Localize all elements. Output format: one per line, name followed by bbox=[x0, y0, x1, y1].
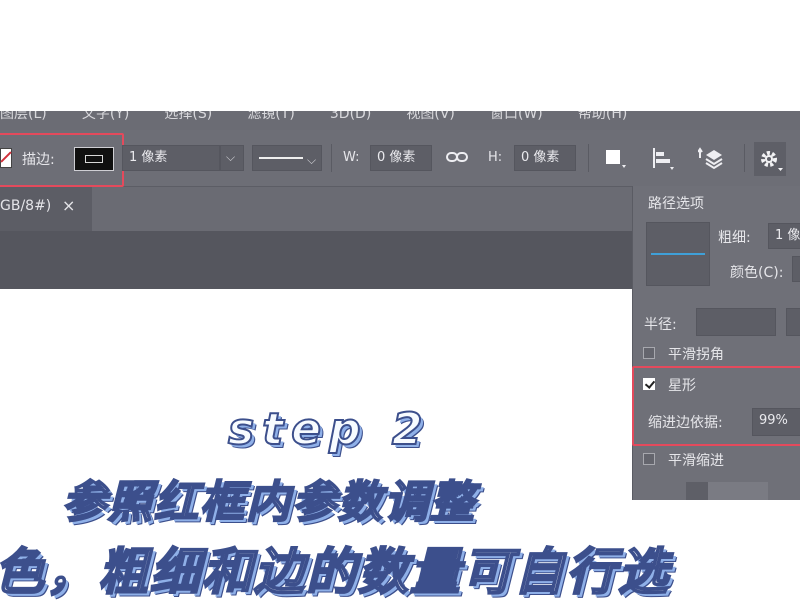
highlight-box-star bbox=[632, 366, 800, 446]
caption-step: step 2 bbox=[227, 403, 431, 456]
h-label: H: bbox=[488, 150, 503, 165]
close-icon[interactable]: × bbox=[62, 196, 75, 215]
color-dropdown[interactable] bbox=[792, 256, 800, 282]
divider bbox=[744, 144, 745, 172]
color-label: 颜色(C): bbox=[730, 265, 784, 281]
panel-footer-control bbox=[708, 482, 768, 500]
path-preview-line bbox=[651, 253, 705, 255]
smooth-corners-label: 平滑拐角 bbox=[668, 347, 724, 363]
divider bbox=[331, 144, 332, 172]
chevron-down-icon: ⌵ bbox=[307, 153, 317, 167]
gear-button[interactable] bbox=[754, 142, 786, 176]
path-arrangement-icon[interactable] bbox=[697, 146, 726, 176]
menu-bar: 图层(L) 文字(Y) 选择(S) 滤镜(T) 3D(D) 视图(V) 窗口(W… bbox=[0, 111, 800, 130]
menu-filter[interactable]: 滤镜(T) bbox=[247, 111, 294, 123]
menu-3d[interactable]: 3D(D) bbox=[330, 111, 371, 122]
menu-items: 图层(L) 文字(Y) 选择(S) 滤镜(T) 3D(D) 视图(V) 窗口(W… bbox=[0, 111, 657, 123]
menu-layer[interactable]: 图层(L) bbox=[0, 111, 47, 123]
smooth-indents-checkbox[interactable] bbox=[643, 453, 655, 465]
document-tab-label: GB/8#) bbox=[0, 198, 52, 214]
smooth-indents-label: 平滑缩进 bbox=[668, 453, 724, 469]
menu-window[interactable]: 窗口(W) bbox=[490, 111, 543, 123]
menu-view[interactable]: 视图(V) bbox=[406, 111, 455, 123]
height-field[interactable]: 0 像素 bbox=[514, 145, 576, 171]
weight-label: 粗细: bbox=[718, 230, 751, 246]
path-preview bbox=[646, 222, 710, 286]
gear-icon bbox=[761, 151, 783, 171]
menu-select[interactable]: 选择(S) bbox=[164, 111, 212, 123]
chevron-down-icon: ⌵ bbox=[226, 150, 236, 164]
weight-field[interactable]: 1 像 bbox=[768, 223, 800, 249]
caption-line1: 参照红框内参数调整 bbox=[61, 476, 476, 529]
stroke-type-dropdown[interactable]: ⌵ bbox=[252, 145, 322, 171]
menu-help[interactable]: 帮助(H) bbox=[578, 111, 627, 123]
width-field[interactable]: 0 像素 bbox=[370, 145, 432, 171]
w-label: W: bbox=[343, 150, 360, 165]
stroke-width-field[interactable]: 1 像素 bbox=[122, 145, 220, 171]
path-alignment-icon[interactable] bbox=[651, 147, 675, 175]
menu-type[interactable]: 文字(Y) bbox=[82, 111, 129, 123]
caption-line2: 色，粗细和边的数量可自行选 bbox=[0, 542, 670, 602]
smooth-corners-checkbox[interactable] bbox=[643, 347, 655, 359]
path-operations-icon[interactable] bbox=[605, 149, 627, 173]
link-icon[interactable] bbox=[446, 149, 468, 169]
divider bbox=[588, 144, 589, 172]
radius-extra-field[interactable] bbox=[786, 308, 800, 336]
stroke-line-preview bbox=[259, 157, 303, 159]
radius-label: 半径: bbox=[644, 317, 677, 333]
radius-field[interactable] bbox=[696, 308, 776, 336]
highlight-box-stroke bbox=[0, 133, 124, 187]
path-options-title: 路径选项 bbox=[648, 196, 704, 212]
